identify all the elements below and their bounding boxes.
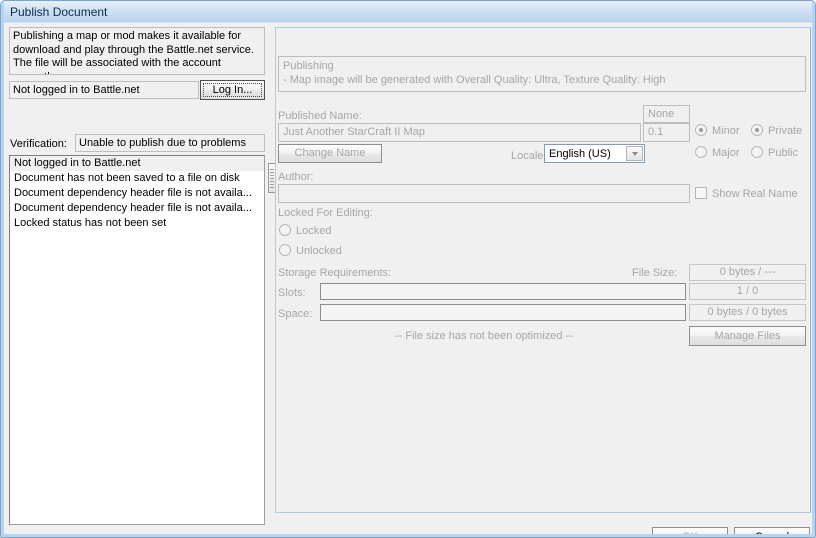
intro-line-3: The file will be associated with the acc… — [13, 57, 221, 74]
file-size-value: 0 bytes / --- — [689, 264, 806, 281]
revision-minor-label: Minor — [712, 125, 740, 137]
release-private-radio[interactable] — [751, 124, 763, 136]
log-in-button[interactable]: Log In... — [200, 80, 265, 100]
new-version-value: 0.1 — [648, 126, 664, 138]
published-name-value: Just Another StarCraft II Map — [283, 126, 425, 138]
ok-button[interactable]: OK — [652, 527, 728, 538]
list-item[interactable]: Document has not been saved to a file on… — [10, 171, 264, 186]
locked-radio[interactable] — [279, 224, 291, 236]
author-input[interactable] — [278, 184, 690, 203]
show-real-name-label: Show Real Name — [712, 188, 798, 200]
left-panel: Publishing a map or mod makes it availab… — [9, 27, 267, 525]
locale-dropdown[interactable]: English (US) — [544, 144, 645, 163]
slots-label: Slots: — [278, 287, 306, 299]
file-size-label: File Size: — [632, 267, 678, 279]
dialog-client-area: Publishing a map or mod makes it availab… — [4, 23, 814, 538]
author-label: Author: — [278, 171, 314, 183]
change-name-button[interactable]: Change Name — [278, 144, 382, 163]
locale-value: English (US) — [549, 148, 611, 160]
locked-for-editing-label: Locked For Editing: — [278, 207, 373, 219]
intro-line-1: Publishing a map or mod makes it availab… — [13, 30, 242, 42]
space-label: Space: — [278, 308, 313, 320]
list-item[interactable]: Document dependency header file is not a… — [10, 201, 264, 216]
release-private-label: Private — [768, 125, 803, 137]
intro-line-2: download and play through the Battle.net… — [13, 43, 254, 56]
list-item[interactable]: Document dependency header file is not a… — [10, 186, 264, 201]
ok-button-accel: O — [682, 531, 691, 538]
chevron-down-icon[interactable] — [626, 146, 643, 161]
author-value — [279, 185, 689, 189]
locale-label: Locale: — [511, 150, 547, 162]
manage-files-button[interactable]: Manage Files — [689, 326, 806, 346]
old-version-value: None — [648, 108, 675, 120]
login-status-field: Not logged in to Battle.net — [9, 81, 199, 99]
manage-files-button-label: Manage Files — [714, 329, 781, 342]
intro-description-box: Publishing a map or mod makes it availab… — [9, 27, 265, 75]
cancel-button[interactable]: Cancel — [734, 527, 810, 538]
release-public-label: Public — [768, 147, 798, 159]
problems-list[interactable]: Not logged in to Battle.net Document has… — [9, 155, 265, 525]
revision-major-radio[interactable] — [695, 146, 707, 158]
ok-button-label: K — [690, 531, 698, 538]
slots-progress-bar — [320, 283, 686, 300]
verification-status-field: Unable to publish due to problems — [75, 134, 265, 152]
unlocked-radio[interactable] — [279, 244, 291, 256]
change-name-button-label: Change Name — [294, 147, 366, 159]
new-version-field: 0.1 — [643, 123, 690, 142]
revision-major-label: Major — [712, 147, 740, 159]
right-panel: Publishing - Map image will be generated… — [275, 27, 811, 513]
space-progress-bar — [320, 304, 686, 321]
old-version-field: None — [643, 105, 690, 123]
list-item[interactable]: Not logged in to Battle.net — [10, 156, 264, 171]
log-in-button-label: Log In... — [212, 83, 253, 96]
publish-document-dialog: Publish Document Publishing a map or mod… — [0, 0, 816, 538]
login-status-text: Not logged in to Battle.net — [13, 84, 140, 96]
verification-label: Verification: — [10, 138, 67, 150]
title-bar[interactable]: Publish Document — [1, 1, 815, 23]
slots-value: 1 / 0 — [689, 283, 806, 300]
show-real-name-checkbox[interactable] — [695, 187, 707, 199]
unlocked-label: Unlocked — [296, 245, 342, 257]
locked-label: Locked — [296, 225, 332, 237]
list-item[interactable]: Locked status has not been set — [10, 216, 264, 231]
cancel-button-label: Cancel — [754, 531, 790, 538]
publishing-detail: - Map image will be generated with Overa… — [283, 74, 666, 86]
published-name-field: Just Another StarCraft II Map — [278, 123, 641, 142]
window-title: Publish Document — [10, 5, 108, 19]
release-public-radio[interactable] — [751, 146, 763, 158]
verification-status-text: Unable to publish due to problems — [79, 137, 246, 149]
publishing-summary-box: Publishing - Map image will be generated… — [278, 56, 806, 92]
optimize-note: -- File size has not been optimized -- — [395, 330, 573, 342]
revision-minor-radio[interactable] — [695, 124, 707, 136]
published-name-label: Published Name: — [278, 110, 362, 122]
publishing-title: Publishing — [283, 60, 334, 72]
space-value: 0 bytes / 0 bytes — [689, 304, 806, 321]
storage-requirements-label: Storage Requirements: — [278, 267, 392, 279]
